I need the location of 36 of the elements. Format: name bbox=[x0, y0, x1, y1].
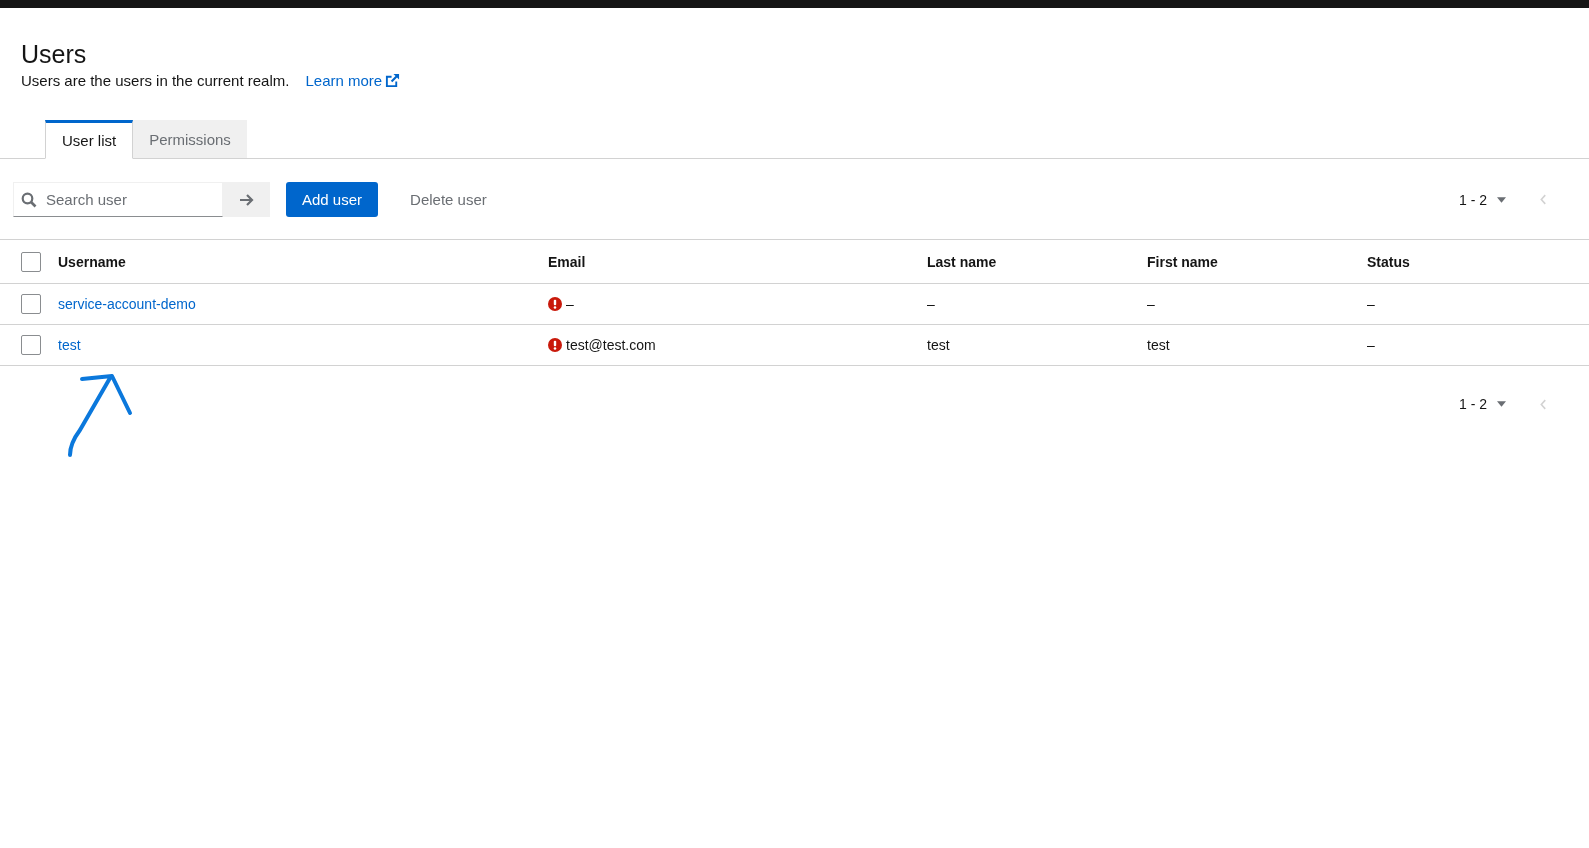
learn-more-link[interactable]: Learn more bbox=[305, 72, 401, 89]
column-header: Username bbox=[58, 253, 127, 270]
search-icon bbox=[21, 192, 37, 208]
table-cell-text: – bbox=[1367, 337, 1376, 353]
row-checkbox[interactable] bbox=[21, 294, 41, 314]
tab[interactable]: User list bbox=[45, 120, 134, 159]
username-link[interactable]: service-account-demo bbox=[58, 296, 196, 312]
email-text: test@test.com bbox=[566, 337, 656, 353]
caret-down-icon bbox=[1497, 401, 1506, 407]
arrow-right-icon bbox=[238, 191, 255, 208]
column-header: First name bbox=[1147, 253, 1219, 270]
table-cell-text: test bbox=[1147, 337, 1171, 353]
search-field[interactable]: Search user bbox=[13, 182, 223, 217]
search-submit-button[interactable] bbox=[223, 182, 270, 217]
add-button[interactable]: Add user bbox=[286, 182, 379, 217]
delete-button[interactable]: Delete user bbox=[394, 182, 503, 217]
page-title: Users bbox=[21, 39, 88, 70]
column-header: Status bbox=[1367, 253, 1411, 270]
username-link[interactable]: test bbox=[58, 337, 81, 353]
pagination-dropdown[interactable]: 1 - 2 bbox=[1455, 392, 1510, 416]
select-all-checkbox[interactable] bbox=[21, 251, 41, 272]
table-cell-text: – bbox=[927, 296, 936, 312]
table-cell-text: – bbox=[1367, 296, 1376, 312]
external-link-icon bbox=[385, 73, 401, 88]
table-cell-text: test bbox=[927, 337, 951, 353]
chevron-left-icon bbox=[1540, 398, 1547, 410]
row-checkbox[interactable] bbox=[21, 335, 41, 355]
chevron-left-icon bbox=[1540, 194, 1547, 205]
tab[interactable]: Permissions bbox=[133, 120, 247, 159]
column-header: Email bbox=[548, 253, 587, 270]
column-header: Last name bbox=[927, 253, 998, 270]
page-description: Users are the users in the current realm. bbox=[21, 72, 290, 89]
pagination-dropdown[interactable]: 1 - 2 bbox=[1455, 187, 1510, 212]
table-cell-text: – bbox=[1147, 296, 1156, 312]
caret-down-icon bbox=[1497, 196, 1506, 203]
email-text: – bbox=[566, 296, 574, 312]
